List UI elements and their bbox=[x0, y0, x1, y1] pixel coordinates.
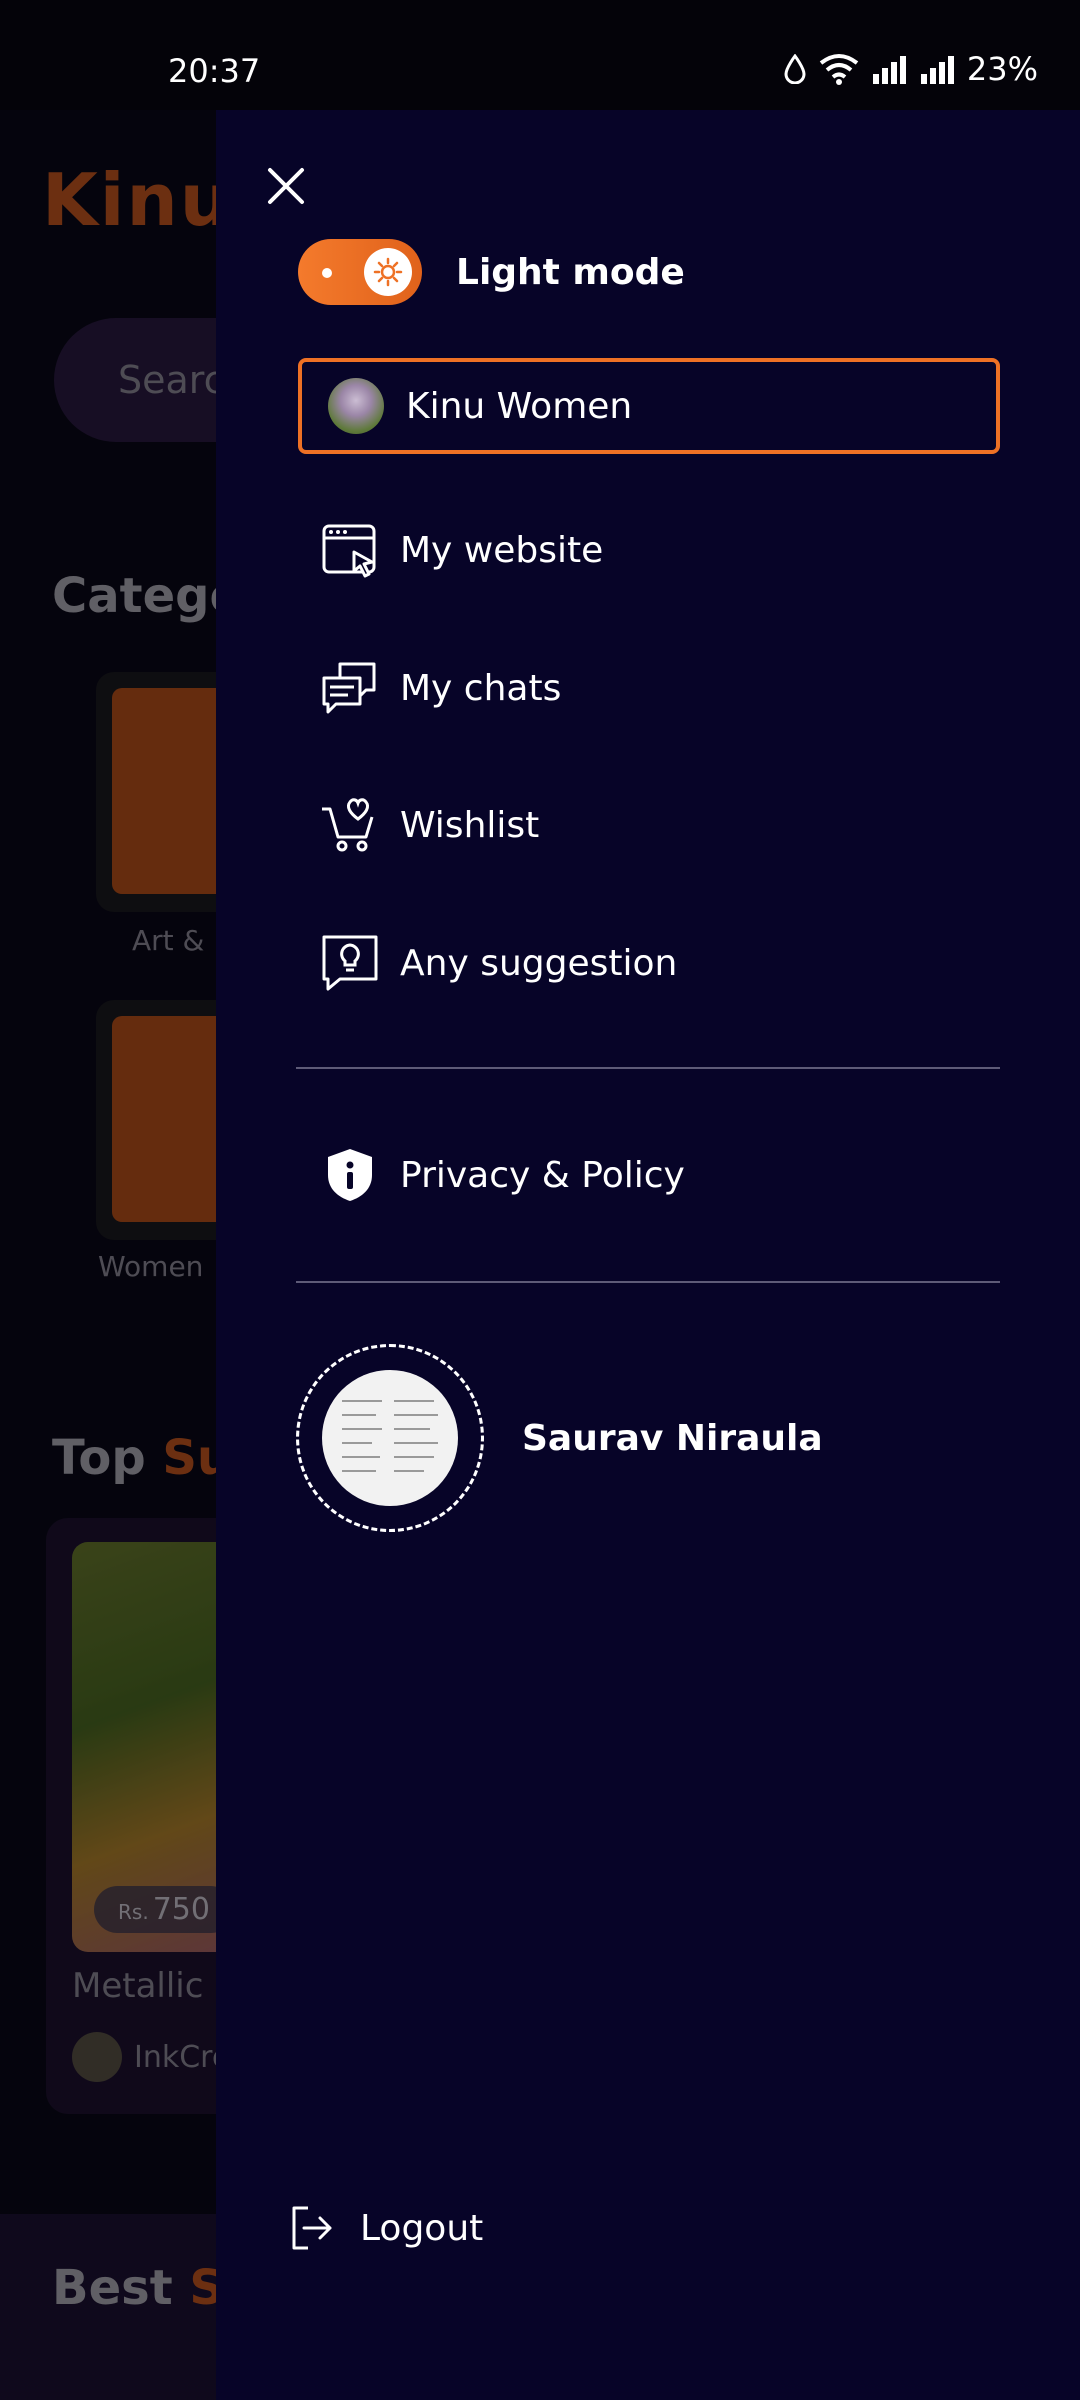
shield-info-icon bbox=[328, 1149, 372, 1201]
menu-item-my-chats[interactable]: My chats bbox=[320, 653, 561, 723]
divider bbox=[296, 1067, 1000, 1069]
signal-icon bbox=[920, 56, 954, 84]
cart-heart-icon bbox=[322, 798, 374, 852]
navigation-drawer: Light mode Kinu Women My website My chat… bbox=[216, 110, 1080, 2400]
wifi-icon bbox=[819, 54, 859, 85]
lightbulb-bubble-icon bbox=[322, 935, 378, 991]
menu-item-wishlist[interactable]: Wishlist bbox=[320, 790, 539, 860]
account-avatar bbox=[328, 378, 384, 434]
water-drop-icon bbox=[784, 54, 806, 84]
menu-item-label: My chats bbox=[400, 667, 562, 709]
status-time: 20:37 bbox=[168, 52, 261, 90]
theme-toggle[interactable] bbox=[298, 239, 422, 305]
logout-icon bbox=[292, 2206, 332, 2250]
chat-bubbles-icon bbox=[322, 662, 376, 714]
website-cursor-icon bbox=[322, 524, 376, 578]
account-name: Kinu Women bbox=[406, 385, 633, 427]
close-icon[interactable] bbox=[260, 160, 312, 212]
menu-item-label: Any suggestion bbox=[400, 942, 678, 984]
profile-avatar bbox=[322, 1370, 458, 1506]
menu-item-any-suggestion[interactable]: Any suggestion bbox=[320, 928, 677, 998]
logout-button[interactable]: Logout bbox=[288, 2204, 483, 2252]
menu-item-label: My website bbox=[400, 529, 604, 571]
sun-icon bbox=[373, 257, 403, 287]
profile-name: Saurav Niraula bbox=[522, 1417, 823, 1459]
profile-avatar-ring bbox=[296, 1344, 484, 1532]
divider bbox=[296, 1281, 1000, 1283]
logout-label: Logout bbox=[360, 2207, 484, 2249]
menu-item-my-website[interactable]: My website bbox=[320, 515, 603, 585]
status-bar: 20:37 23% bbox=[0, 0, 1080, 110]
theme-toggle-label: Light mode bbox=[456, 251, 685, 293]
privacy-policy-label: Privacy & Policy bbox=[400, 1154, 685, 1196]
account-selector[interactable]: Kinu Women bbox=[298, 358, 1000, 454]
theme-toggle-row[interactable]: Light mode bbox=[298, 238, 685, 306]
menu-item-privacy-policy[interactable]: Privacy & Policy bbox=[320, 1140, 685, 1210]
menu-item-label: Wishlist bbox=[400, 804, 540, 846]
battery-percent: 23% bbox=[966, 50, 1038, 88]
user-profile[interactable]: Saurav Niraula bbox=[296, 1344, 823, 1532]
signal-icon bbox=[872, 56, 906, 84]
